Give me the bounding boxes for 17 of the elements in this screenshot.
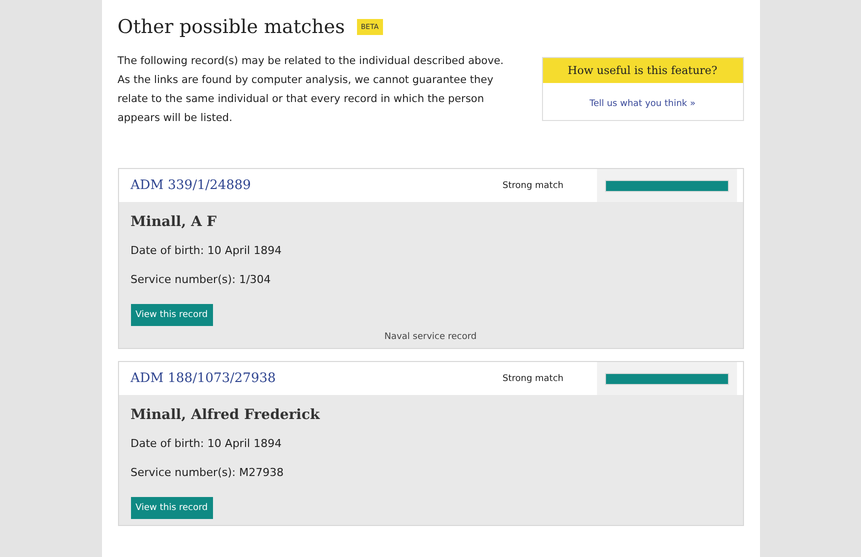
birth-date: Date of birth: 10 April 1894 (130, 244, 283, 257)
match-strength: Strong match (502, 180, 564, 190)
person-name: Minall, Alfred Frederick (130, 407, 321, 423)
view-record-button[interactable]: View this record (130, 304, 213, 326)
record-type: Naval service record (383, 332, 478, 342)
match-strength: Strong match (502, 374, 564, 384)
view-record-button[interactable]: View this record (130, 497, 213, 519)
birth-date: Date of birth: 10 April 1894 (130, 437, 283, 450)
service-number: Service number(s): M27938 (130, 466, 285, 479)
service-number: Service number(s): 1/304 (130, 273, 272, 286)
record-reference-link[interactable]: ADM 188/1073/27938 (118, 371, 502, 386)
record-reference-link[interactable]: ADM 339/1/24889 (118, 178, 502, 193)
feedback-link[interactable]: Tell us what you think » (589, 99, 696, 109)
feedback-question: How useful is this feature? (542, 58, 742, 83)
intro-text: The following record(s) may be related to the individual described above. As the links are found by computer analysis, we cannot guarantee they relate to the same individual or that every record in which the person appears will be listed. (118, 54, 505, 126)
section-title: Other possible matches (118, 16, 345, 38)
person-name: Minall, A F (130, 214, 218, 230)
